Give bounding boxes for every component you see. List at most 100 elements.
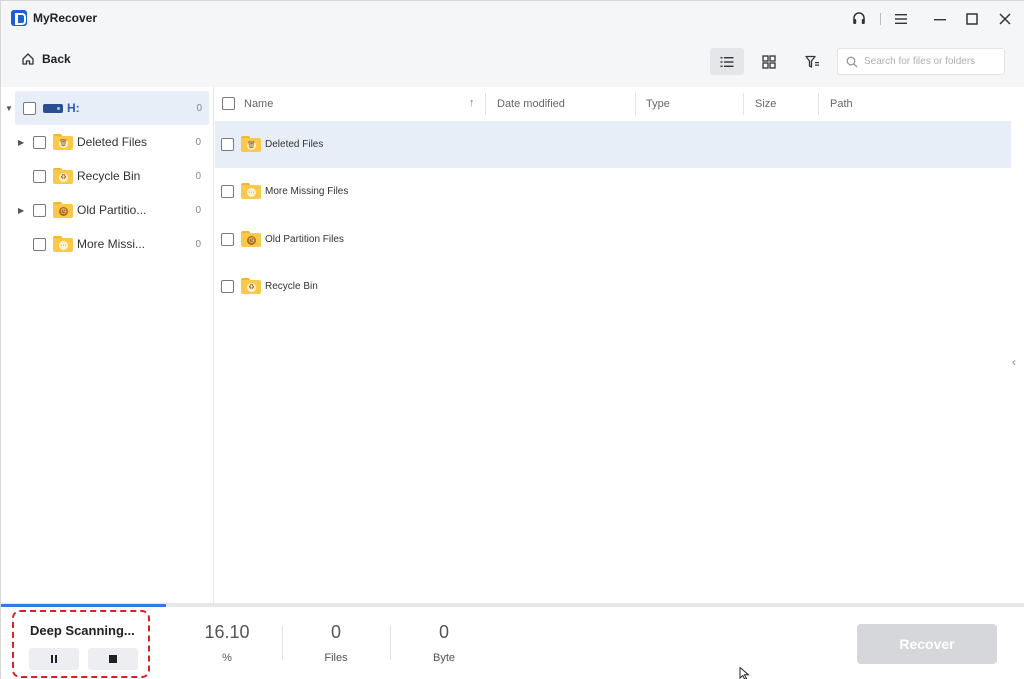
progress-fill bbox=[1, 604, 166, 607]
column-divider[interactable] bbox=[818, 93, 819, 115]
tree-item-label: H: bbox=[67, 101, 80, 115]
progress-bar bbox=[1, 604, 1024, 607]
tree-item-count: 0 bbox=[195, 238, 201, 250]
file-name: Deleted Files bbox=[265, 139, 324, 150]
tree-item-label: Recycle Bin bbox=[77, 169, 141, 183]
tree-item-count: 0 bbox=[196, 102, 202, 114]
scan-status-bar: Deep Scanning... 16.10 % 0 Files 0 Byte … bbox=[1, 603, 1024, 679]
dots-folder-icon: ··· bbox=[241, 183, 261, 199]
sort-ascending-icon[interactable]: ↑ bbox=[469, 97, 475, 109]
stat-divider bbox=[390, 626, 391, 660]
chevron-left-icon[interactable]: ‹ bbox=[1012, 355, 1016, 369]
tree-item-root[interactable]: ▼ H: 0 bbox=[5, 91, 209, 125]
toolbar: Back bbox=[1, 37, 1024, 87]
mouse-cursor-icon bbox=[739, 667, 750, 679]
app-logo-icon bbox=[11, 10, 27, 26]
checkbox[interactable] bbox=[23, 101, 36, 115]
caret-right-icon[interactable]: ▶ bbox=[18, 206, 24, 215]
percent-stat: 16.10 % bbox=[187, 622, 267, 664]
list-header: Name ↑ Date modified Type Size Path bbox=[215, 87, 1024, 121]
file-name: More Missing Files bbox=[265, 186, 349, 197]
column-type[interactable]: Type bbox=[646, 98, 670, 110]
tree-item-label: Deleted Files bbox=[77, 135, 148, 149]
checkbox[interactable] bbox=[33, 169, 46, 183]
caret-right-icon[interactable]: ▶ bbox=[18, 138, 24, 147]
clock-folder-icon: ◷ bbox=[53, 202, 73, 218]
search-box[interactable] bbox=[837, 48, 1005, 75]
minimize-icon[interactable] bbox=[927, 7, 953, 31]
list-view-button[interactable] bbox=[710, 48, 744, 75]
titlebar-divider bbox=[880, 13, 881, 25]
pause-icon bbox=[51, 655, 57, 663]
title-bar: MyRecover bbox=[1, 1, 1024, 37]
percent-label: % bbox=[222, 652, 232, 664]
home-icon bbox=[21, 52, 35, 66]
pause-button[interactable] bbox=[29, 648, 79, 670]
column-name[interactable]: Name bbox=[244, 98, 273, 110]
file-row-old-partition-files[interactable]: ◷ Old Partition Files bbox=[215, 216, 1011, 263]
column-divider[interactable] bbox=[743, 93, 744, 115]
tree-item-deleted-files[interactable]: ▶ 🗑 Deleted Files 0 bbox=[1, 125, 214, 159]
tree-item-label: More Missi... bbox=[77, 237, 146, 251]
caret-down-icon[interactable]: ▼ bbox=[5, 104, 13, 113]
recover-button[interactable]: Recover bbox=[857, 624, 997, 664]
file-row-recycle-bin[interactable]: ♻ Recycle Bin bbox=[215, 263, 1011, 310]
maximize-icon[interactable] bbox=[959, 7, 985, 31]
files-value: 0 bbox=[330, 622, 341, 642]
files-stat: 0 Files bbox=[296, 622, 376, 664]
checkbox[interactable] bbox=[221, 138, 234, 151]
bytes-value: 0 bbox=[438, 622, 449, 642]
file-list: Name ↑ Date modified Type Size Path 🗑 De… bbox=[215, 87, 1024, 603]
checkbox[interactable] bbox=[221, 185, 234, 198]
app-window: MyRecover Back Search for files or folde… bbox=[0, 0, 1024, 679]
file-row-more-missing-files[interactable]: ··· More Missing Files bbox=[215, 168, 1011, 215]
back-button[interactable]: Back bbox=[21, 52, 71, 66]
stop-button[interactable] bbox=[88, 648, 138, 670]
menu-icon[interactable] bbox=[888, 7, 914, 31]
bytes-label: Byte bbox=[432, 652, 455, 664]
column-divider[interactable] bbox=[635, 93, 636, 115]
file-row-deleted-files[interactable]: 🗑 Deleted Files bbox=[215, 121, 1011, 168]
tree-item-label: Old Partitio... bbox=[77, 203, 147, 217]
checkbox[interactable] bbox=[33, 237, 46, 251]
checkbox[interactable] bbox=[33, 135, 46, 149]
checkbox[interactable] bbox=[221, 280, 234, 293]
file-name: Old Partition Files bbox=[265, 234, 344, 245]
tree-item-more-missing[interactable]: ··· More Missi... 0 bbox=[1, 227, 214, 261]
checkbox[interactable] bbox=[221, 233, 234, 246]
select-all-checkbox[interactable] bbox=[222, 97, 235, 110]
file-name: Recycle Bin bbox=[265, 281, 318, 292]
column-divider[interactable] bbox=[485, 93, 486, 115]
stop-icon bbox=[109, 655, 117, 663]
list-view-icon bbox=[720, 56, 734, 67]
tree-item-old-partition[interactable]: ▶ ◷ Old Partitio... 0 bbox=[1, 193, 214, 227]
grid-view-button[interactable] bbox=[752, 48, 786, 75]
stat-divider bbox=[282, 626, 283, 660]
search-input[interactable] bbox=[864, 56, 1004, 67]
filter-icon bbox=[804, 55, 819, 68]
tree-item-recycle-bin[interactable]: ♻ Recycle Bin 0 bbox=[1, 159, 214, 193]
bytes-stat: 0 Byte bbox=[404, 622, 484, 664]
filter-button[interactable] bbox=[795, 48, 829, 75]
dots-folder-icon: ··· bbox=[53, 236, 73, 252]
column-date-modified[interactable]: Date modified bbox=[497, 98, 565, 110]
checkbox[interactable] bbox=[33, 203, 46, 217]
tree-item-count: 0 bbox=[195, 204, 201, 216]
tree-item-count: 0 bbox=[195, 136, 201, 148]
files-label: Files bbox=[324, 652, 348, 664]
recycle-folder-icon: ♻ bbox=[241, 278, 261, 294]
recycle-folder-icon: ♻ bbox=[53, 168, 73, 184]
column-size[interactable]: Size bbox=[755, 98, 776, 110]
app-title: MyRecover bbox=[33, 11, 98, 25]
back-label: Back bbox=[42, 52, 71, 66]
folder-tree: ▼ H: 0 ▶ 🗑 Deleted Files 0 ♻ Recycle Bin… bbox=[1, 87, 214, 603]
trash-folder-icon: 🗑 bbox=[53, 134, 73, 150]
tree-item-count: 0 bbox=[195, 170, 201, 182]
trash-folder-icon: 🗑 bbox=[241, 136, 261, 152]
clock-folder-icon: ◷ bbox=[241, 231, 261, 247]
grid-view-icon bbox=[762, 54, 776, 69]
column-path[interactable]: Path bbox=[830, 98, 853, 110]
search-icon bbox=[846, 56, 858, 67]
close-icon[interactable] bbox=[992, 7, 1018, 31]
headset-icon[interactable] bbox=[846, 7, 872, 31]
